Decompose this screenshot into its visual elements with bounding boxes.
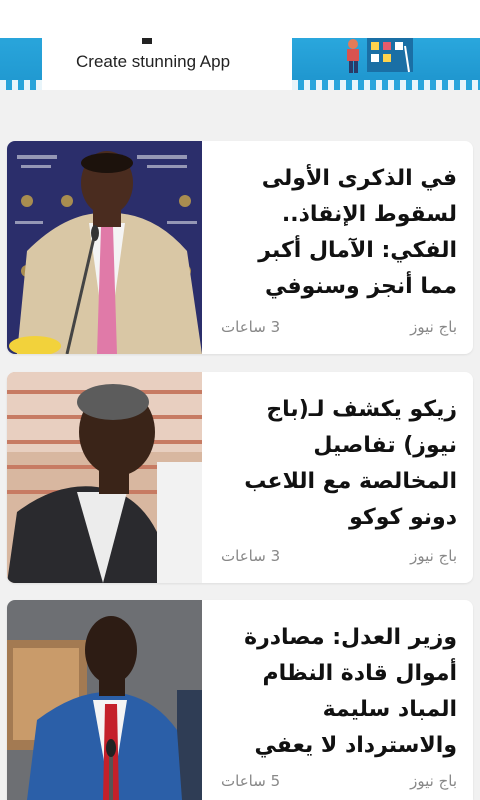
news-source: باج نيوز xyxy=(410,547,457,565)
news-source: باج نيوز xyxy=(410,772,457,790)
news-time: 3 ساعات xyxy=(221,318,281,336)
banner-illustration-icon xyxy=(347,38,413,73)
news-thumbnail[interactable] xyxy=(7,372,202,583)
news-card[interactable]: وزير العدل: مصادرة أموال قادة النظام الم… xyxy=(7,600,473,800)
man-in-blue-suit-at-microphone-icon xyxy=(7,600,202,800)
man-speaking-at-microphone-icon xyxy=(7,141,202,354)
news-title[interactable]: في الذكرى الأولى لسقوط الإنقاذ.. الفكي: … xyxy=(222,161,457,305)
news-card[interactable]: في الذكرى الأولى لسقوط الإنقاذ.. الفكي: … xyxy=(7,141,473,354)
banner-left-graphic xyxy=(0,38,42,90)
news-thumbnail[interactable] xyxy=(7,141,202,354)
news-title[interactable]: زيكو يكشف لـ(باج نيوز) تفاصيل المخالصة م… xyxy=(222,392,457,536)
news-card[interactable]: زيكو يكشف لـ(باج نيوز) تفاصيل المخالصة م… xyxy=(7,372,473,583)
news-thumbnail[interactable] xyxy=(7,600,202,800)
top-status-area xyxy=(0,0,480,38)
news-source: باج نيوز xyxy=(410,318,457,336)
banner-device-graphic xyxy=(142,38,152,44)
banner-cta-text: Create stunning App xyxy=(76,52,231,71)
news-time: 5 ساعات xyxy=(221,772,281,790)
news-time: 3 ساعات xyxy=(221,547,281,565)
man-portrait-outdoors-icon xyxy=(7,372,202,583)
news-title[interactable]: وزير العدل: مصادرة أموال قادة النظام الم… xyxy=(222,620,457,764)
ad-banner[interactable]: Create stunning App xyxy=(0,38,480,90)
